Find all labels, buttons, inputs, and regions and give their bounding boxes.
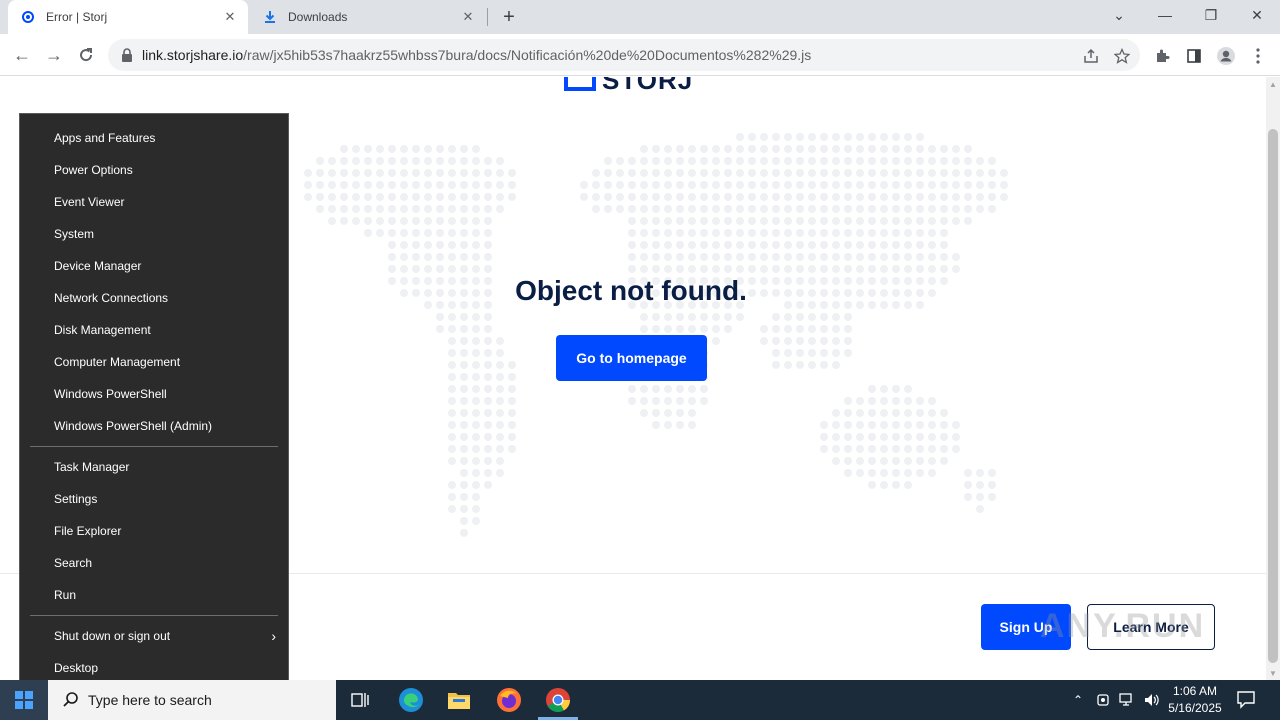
menu-item-system[interactable]: System: [20, 218, 288, 250]
go-to-homepage-button[interactable]: Go to homepage: [556, 335, 707, 381]
storj-logo-mark-icon: [564, 77, 596, 91]
menu-item-windows-powershell-admin[interactable]: Windows PowerShell (Admin): [20, 410, 288, 442]
menu-item-windows-powershell[interactable]: Windows PowerShell: [20, 378, 288, 410]
menu-item-run[interactable]: Run: [20, 579, 288, 611]
anyrun-watermark: ANY.RUN: [1040, 607, 1206, 645]
tab-title: Downloads: [288, 10, 348, 24]
taskbar-clock[interactable]: 1:06 AM 5/16/2025: [1160, 683, 1230, 717]
share-icon[interactable]: [1082, 47, 1100, 65]
page-scrollbar[interactable]: ▲ ▼: [1266, 77, 1280, 680]
side-panel-icon[interactable]: [1184, 46, 1204, 66]
menu-kebab-icon[interactable]: [1248, 46, 1268, 66]
world-map-dots: [304, 133, 1008, 537]
windows-logo-icon: [15, 691, 33, 709]
reload-button[interactable]: [73, 42, 99, 68]
winx-context-menu: Apps and Features Power Options Event Vi…: [19, 113, 289, 692]
url-path: /raw/jx5hib53s7haakrz55whbss7bura/docs/N…: [243, 47, 812, 63]
logo-text: STORJ: [602, 77, 694, 95]
storj-favicon-icon: [20, 9, 36, 25]
close-window-button[interactable]: ✕: [1234, 0, 1280, 30]
device-icon[interactable]: [1093, 690, 1113, 710]
notification-center-icon[interactable]: [1236, 689, 1258, 711]
volume-icon[interactable]: [1141, 690, 1161, 710]
windows-taskbar: Type here to search ⌃ 1:06 AM 5/16/2025: [0, 680, 1280, 720]
menu-item-search[interactable]: Search: [20, 547, 288, 579]
tab-strip: Error | Storj ✕ Downloads ✕ + ⌄ — ❐ ✕: [0, 0, 1280, 34]
restore-button[interactable]: ❐: [1188, 0, 1234, 30]
scroll-thumb[interactable]: [1268, 129, 1278, 663]
start-button[interactable]: [0, 680, 48, 720]
menu-item-task-manager[interactable]: Task Manager: [20, 451, 288, 483]
menu-separator: [30, 446, 278, 447]
menu-separator: [30, 615, 278, 616]
menu-item-computer-management[interactable]: Computer Management: [20, 346, 288, 378]
menu-item-power-options[interactable]: Power Options: [20, 154, 288, 186]
menu-item-event-viewer[interactable]: Event Viewer: [20, 186, 288, 218]
menu-item-settings[interactable]: Settings: [20, 483, 288, 515]
task-view-icon[interactable]: [344, 684, 376, 716]
menu-item-network-connections[interactable]: Network Connections: [20, 282, 288, 314]
search-icon: [63, 692, 78, 707]
file-explorer-icon[interactable]: [443, 684, 475, 716]
download-icon: [262, 9, 278, 25]
browser-toolbar: ← → link.storjshare.io/raw/jx5hib53s7haa…: [0, 34, 1280, 76]
show-hidden-icons-icon[interactable]: ⌃: [1068, 690, 1088, 710]
clock-date: 5/16/2025: [1168, 701, 1222, 715]
menu-item-device-manager[interactable]: Device Manager: [20, 250, 288, 282]
menu-item-shut-down[interactable]: Shut down or sign out ›: [20, 620, 288, 652]
firefox-icon[interactable]: [493, 684, 525, 716]
address-bar[interactable]: link.storjshare.io/raw/jx5hib53s7haakrz5…: [108, 39, 1140, 71]
back-button[interactable]: ←: [9, 42, 35, 68]
search-placeholder: Type here to search: [88, 692, 212, 708]
new-tab-button[interactable]: +: [498, 6, 520, 28]
tab-search-icon[interactable]: ⌄: [1096, 0, 1142, 30]
network-icon[interactable]: [1117, 690, 1137, 710]
menu-item-file-explorer[interactable]: File Explorer: [20, 515, 288, 547]
minimize-button[interactable]: —: [1142, 0, 1188, 30]
url-text: link.storjshare.io/raw/jx5hib53s7haakrz5…: [142, 47, 811, 63]
menu-item-label: Shut down or sign out: [54, 629, 171, 643]
chrome-icon[interactable]: [542, 684, 574, 716]
menu-item-disk-management[interactable]: Disk Management: [20, 314, 288, 346]
storj-logo[interactable]: STORJ: [564, 77, 693, 96]
extensions-icon[interactable]: [1152, 46, 1172, 66]
close-tab-icon[interactable]: ✕: [222, 9, 238, 25]
scroll-up-icon[interactable]: ▲: [1266, 77, 1280, 91]
url-host: link.storjshare.io: [142, 47, 244, 63]
chevron-right-icon: ›: [271, 628, 276, 644]
clock-time: 1:06 AM: [1172, 684, 1218, 698]
menu-item-apps-and-features[interactable]: Apps and Features: [20, 122, 288, 154]
edge-icon[interactable]: [395, 684, 427, 716]
close-tab-icon[interactable]: ✕: [460, 9, 476, 25]
tab-downloads[interactable]: Downloads ✕: [250, 0, 486, 34]
profile-avatar-icon[interactable]: [1216, 46, 1236, 66]
taskbar-search-box[interactable]: Type here to search: [48, 680, 336, 720]
tab-divider: [487, 8, 488, 26]
forward-button[interactable]: →: [41, 42, 67, 68]
scroll-down-icon[interactable]: ▼: [1266, 666, 1280, 680]
bookmark-star-icon[interactable]: [1113, 47, 1131, 65]
tab-title: Error | Storj: [46, 10, 108, 24]
lock-icon[interactable]: [120, 48, 134, 62]
tab-error-storj[interactable]: Error | Storj ✕: [8, 0, 248, 34]
